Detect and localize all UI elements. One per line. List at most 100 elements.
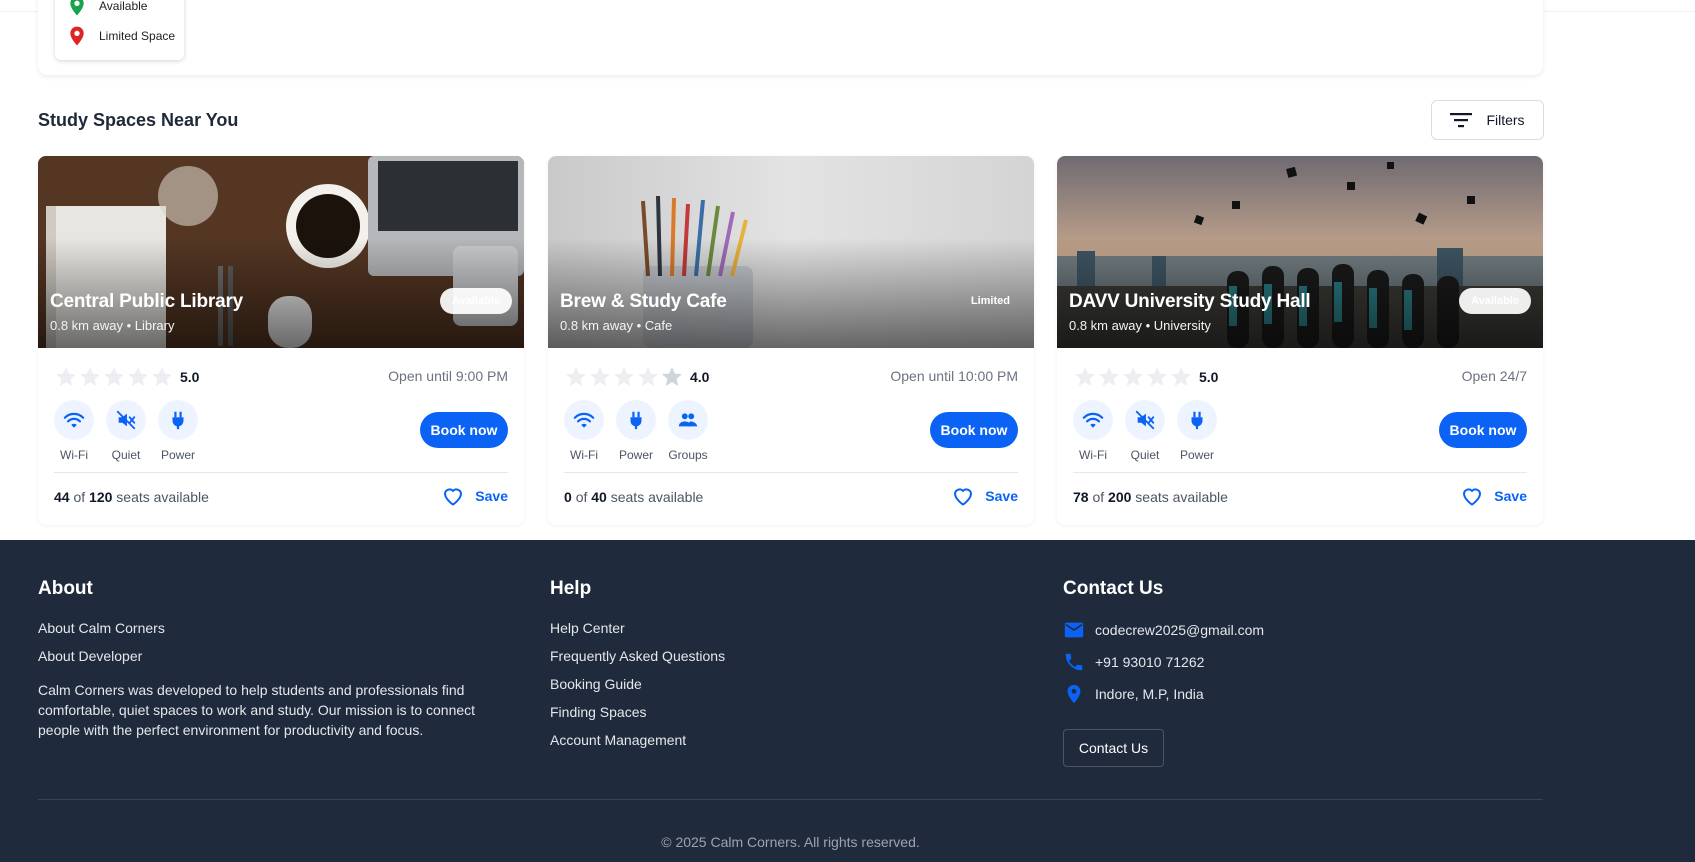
book-now-button[interactable]: Book now — [420, 412, 508, 448]
save-label: Save — [475, 488, 508, 504]
star-icon — [662, 367, 682, 386]
amenity-power: Power — [158, 400, 198, 462]
space-name: Brew & Study Cafe — [560, 291, 727, 312]
save-button[interactable]: Save — [441, 484, 508, 508]
book-now-button[interactable]: Book now — [1439, 412, 1527, 448]
star-icon — [56, 367, 76, 386]
space-name: Central Public Library — [50, 291, 244, 312]
star-icon — [128, 367, 148, 386]
space-subtitle: 0.8 km away • Cafe — [560, 318, 673, 333]
contact-phone[interactable]: +91 93010 71262 — [1063, 651, 1204, 673]
copyright-text: © 2025 Calm Corners. All rights reserved… — [661, 834, 920, 850]
legend-item-limited: Limited Space — [69, 26, 175, 46]
amenity-groups: Groups — [668, 400, 708, 462]
amenity-label: Wi-Fi — [570, 448, 598, 462]
group-icon — [678, 413, 698, 427]
amenity-label: Power — [160, 448, 195, 462]
star-icon — [614, 367, 634, 386]
filter-icon — [1450, 113, 1473, 128]
seats-suffix: seats available — [1135, 489, 1228, 505]
contact-email-text: codecrew2025@gmail.com — [1095, 622, 1265, 638]
contact-phone-text: +91 93010 71262 — [1095, 654, 1205, 670]
wifi-icon — [1082, 412, 1104, 428]
footer-link-finding-spaces[interactable]: Finding Spaces — [550, 704, 647, 720]
footer-link-about-developer[interactable]: About Developer — [38, 648, 142, 664]
rating-value: 5.0 — [180, 369, 200, 385]
contact-location-text: Indore, M.P, India — [1095, 686, 1204, 702]
footer-link-account-management[interactable]: Account Management — [550, 732, 686, 748]
rating-value: 5.0 — [1199, 369, 1219, 385]
map-pin-red-icon — [70, 26, 84, 46]
star-icon — [1075, 367, 1095, 386]
seat-availability: 78 of 200 seats available — [1073, 489, 1228, 505]
space-photo: Central Public Library 0.8 km away • Lib… — [38, 156, 524, 348]
seat-availability: 0 of 40 seats available — [564, 489, 703, 505]
seats-total-count: 120 — [89, 489, 113, 505]
rating-stars: 5.0 — [54, 365, 199, 389]
save-button[interactable]: Save — [1460, 484, 1527, 508]
footer-contact-title: Contact Us — [1063, 578, 1164, 599]
amenity-quiet: Quiet — [1125, 400, 1165, 462]
footer-description: Calm Corners was developed to help stude… — [38, 682, 476, 738]
amenity-list: Wi-Fi Power Groups — [564, 400, 708, 462]
opening-hours: Open until 10:00 PM — [890, 368, 1018, 384]
footer-link-help-center[interactable]: Help Center — [550, 620, 625, 636]
legend-item-available: Available — [69, 0, 147, 16]
book-now-button[interactable]: Book now — [930, 412, 1018, 448]
amenity-wifi: Wi-Fi — [1073, 400, 1113, 462]
seats-suffix: seats available — [116, 489, 209, 505]
rating-stars: 4.0 — [564, 365, 709, 389]
contact-email[interactable]: codecrew2025@gmail.com — [1063, 619, 1264, 641]
site-footer: About About Calm Corners About Developer… — [0, 540, 1695, 862]
seats-total-count: 200 — [1108, 489, 1132, 505]
amenity-power: Power — [616, 400, 656, 462]
power-plug-icon — [630, 411, 642, 430]
seats-of: of — [575, 489, 588, 505]
footer-about-title: About — [38, 578, 93, 599]
amenity-quiet: Quiet — [106, 400, 146, 462]
space-name: DAVV University Study Hall — [1069, 291, 1311, 312]
heart-icon — [444, 488, 463, 506]
footer-link-faq[interactable]: Frequently Asked Questions — [550, 648, 725, 664]
amenity-label: Quiet — [111, 448, 141, 462]
power-plug-icon — [172, 411, 184, 430]
section-title: Study Spaces Near You — [38, 110, 239, 130]
seats-of: of — [73, 489, 86, 505]
star-icon — [104, 367, 124, 386]
space-card[interactable]: Central Public Library 0.8 km away • Lib… — [38, 156, 524, 525]
map-pin-green-icon — [70, 0, 84, 16]
contact-us-button[interactable]: Contact Us — [1063, 729, 1164, 767]
star-icon — [1123, 367, 1143, 386]
amenity-list: Wi-Fi Quiet Power — [54, 400, 198, 462]
star-icon — [80, 367, 100, 386]
contact-location: Indore, M.P, India — [1063, 683, 1204, 705]
footer-link-booking-guide[interactable]: Booking Guide — [550, 676, 642, 692]
legend-label: Limited Space — [99, 29, 176, 43]
seats-available-count: 78 — [1073, 489, 1089, 505]
star-icon — [1171, 367, 1191, 386]
footer-divider — [38, 799, 1543, 800]
amenity-label: Power — [618, 448, 653, 462]
save-button[interactable]: Save — [951, 484, 1018, 508]
amenity-label: Groups — [668, 448, 708, 462]
card-divider — [564, 472, 1018, 473]
space-photo: DAVV University Study Hall 0.8 km away •… — [1057, 156, 1543, 348]
space-card[interactable]: DAVV University Study Hall 0.8 km away •… — [1057, 156, 1543, 525]
mute-icon — [1135, 410, 1155, 430]
seats-available-count: 44 — [54, 489, 70, 505]
star-icon — [590, 367, 610, 386]
star-icon — [152, 367, 172, 386]
seat-availability: 44 of 120 seats available — [54, 489, 209, 505]
star-icon — [566, 367, 586, 386]
filters-label: Filters — [1486, 112, 1525, 128]
filters-button[interactable]: Filters — [1431, 100, 1544, 140]
space-card[interactable]: Brew & Study Cafe 0.8 km away • Cafe Lim… — [548, 156, 1034, 525]
amenity-label: Quiet — [1130, 448, 1160, 462]
footer-link-about-calm-corners[interactable]: About Calm Corners — [38, 620, 165, 636]
heart-icon — [1463, 488, 1482, 506]
amenity-wifi: Wi-Fi — [54, 400, 94, 462]
phone-icon — [1065, 653, 1083, 671]
status-badge: Available — [1459, 288, 1531, 314]
seats-suffix: seats available — [610, 489, 704, 505]
wifi-icon — [63, 412, 85, 428]
